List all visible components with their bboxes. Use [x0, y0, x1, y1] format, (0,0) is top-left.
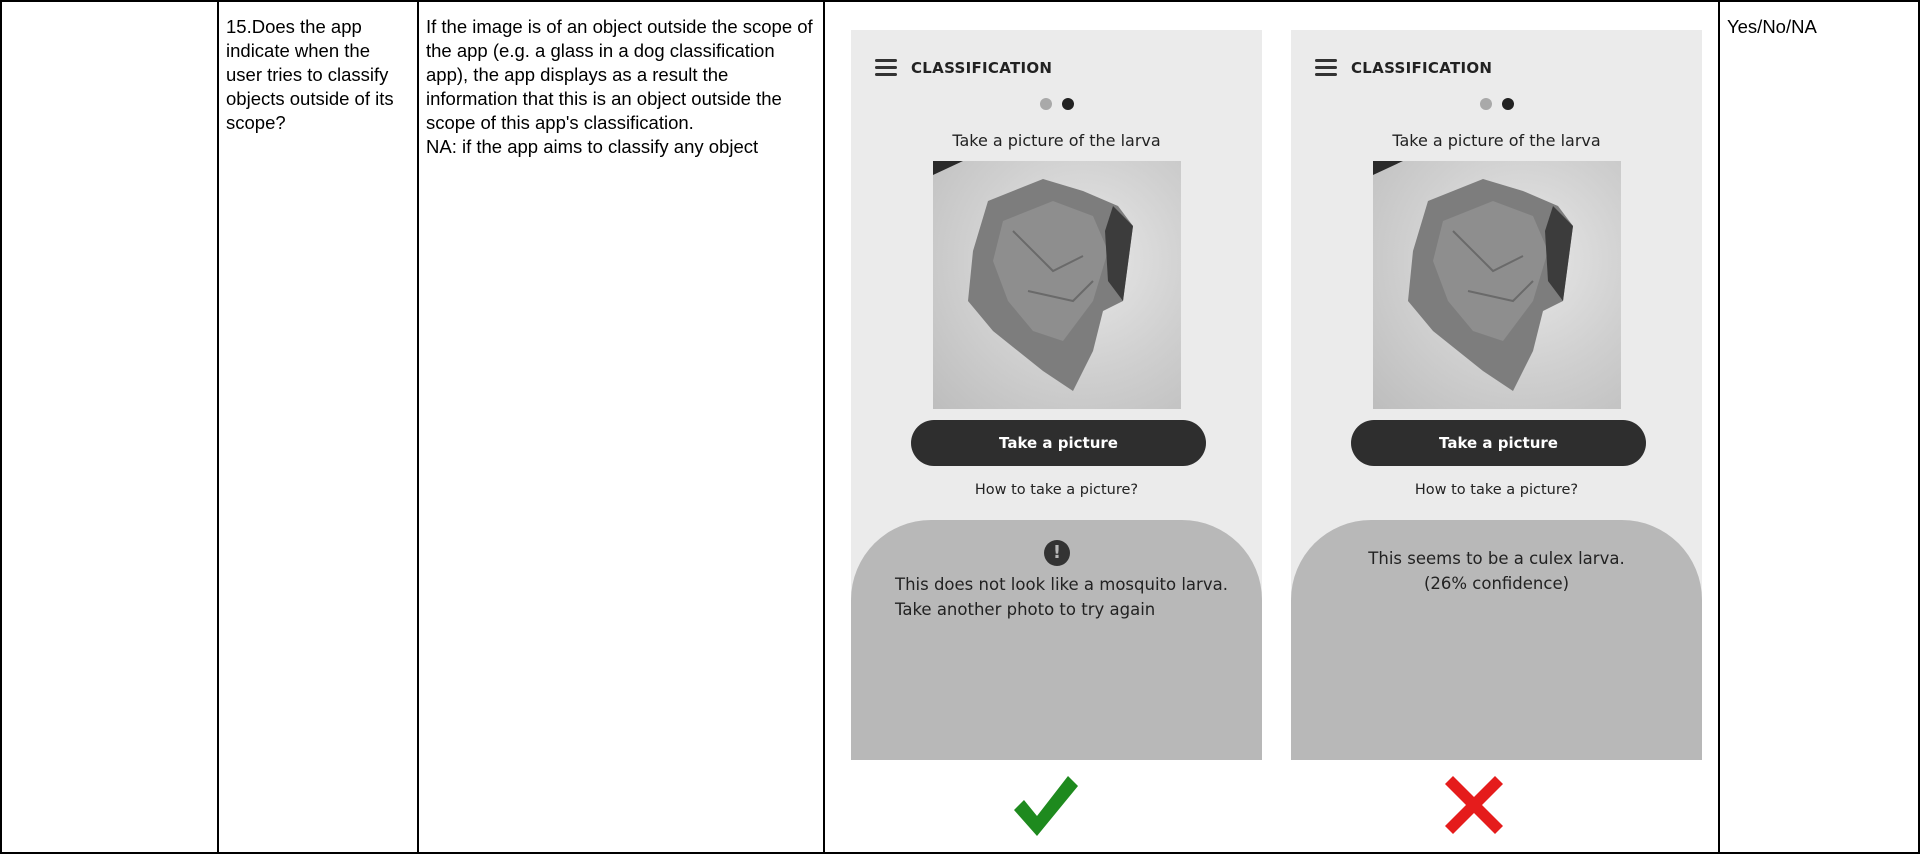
app-header: CLASSIFICATION — [1315, 56, 1492, 80]
criterion-na-text: NA: if the app aims to classify any obje… — [426, 136, 759, 157]
result-message: This does not look like a mosquito larva… — [895, 572, 1235, 622]
answer-options-cell: Yes/No/NA — [1727, 16, 1817, 37]
column-divider — [417, 2, 419, 852]
app-title: CLASSIFICATION — [911, 59, 1053, 77]
result-message-line: (26% confidence) — [1423, 574, 1570, 593]
result-message-line: This does not look like a mosquito larva… — [895, 575, 1228, 594]
larva-photo — [1373, 161, 1621, 409]
app-screenshot-correct: CLASSIFICATION Take a picture of the lar… — [851, 30, 1262, 760]
result-panel: This seems to be a culex larva. (26% con… — [1291, 520, 1702, 760]
column-divider — [217, 2, 219, 852]
step-dot-inactive — [1039, 98, 1052, 110]
criterion-cell: If the image is of an object outside the… — [426, 15, 818, 159]
app-title: CLASSIFICATION — [1351, 59, 1493, 77]
column-divider — [823, 2, 825, 852]
step-indicator — [851, 98, 1262, 110]
step-dot-active — [1501, 98, 1514, 110]
photo-caption: Take a picture of the larva — [1392, 131, 1601, 150]
how-to-take-picture-link[interactable]: How to take a picture? — [851, 482, 1262, 498]
larva-photo — [933, 161, 1181, 409]
exclamation-icon: ! — [1044, 540, 1070, 566]
check-mark-icon — [1014, 776, 1078, 836]
photo-caption: Take a picture of the larva — [952, 131, 1161, 150]
step-indicator — [1291, 98, 1702, 110]
result-panel: ! This does not look like a mosquito lar… — [851, 520, 1262, 760]
question-cell: 15.Does the app indicate when the user t… — [226, 16, 394, 133]
criterion-text: If the image is of an object outside the… — [426, 16, 813, 133]
app-header: CLASSIFICATION — [875, 56, 1052, 80]
hamburger-menu-icon — [1315, 59, 1337, 77]
app-screenshot-incorrect: CLASSIFICATION Take a picture of the lar… — [1291, 30, 1702, 760]
evaluation-table: 15.Does the app indicate when the user t… — [0, 0, 1920, 854]
step-dot-inactive — [1479, 98, 1492, 110]
column-divider — [1718, 2, 1720, 852]
hamburger-menu-icon — [875, 59, 897, 77]
how-to-take-picture-link[interactable]: How to take a picture? — [1291, 482, 1702, 498]
result-message-line: Take another photo to try again — [895, 600, 1156, 619]
result-message: This seems to be a culex larva. (26% con… — [1291, 546, 1702, 596]
step-dot-active — [1061, 98, 1074, 110]
take-picture-button[interactable]: Take a picture — [1351, 420, 1646, 466]
cross-mark-icon — [1445, 776, 1503, 834]
take-picture-button[interactable]: Take a picture — [911, 420, 1206, 466]
result-message-line: This seems to be a culex larva. — [1368, 549, 1625, 568]
